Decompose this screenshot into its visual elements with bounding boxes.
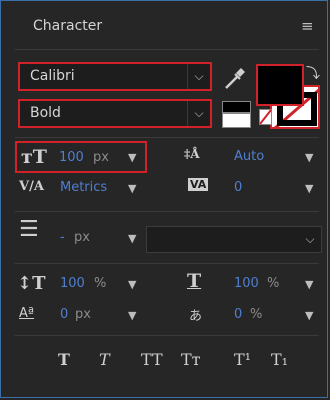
tracking-icon: VA [188,178,209,191]
caret-down-icon[interactable]: ▼ [128,309,136,322]
font-style-select[interactable]: Bold ⌵ [18,99,212,128]
font-family-value: Calibri [30,68,75,84]
divider [15,263,319,264]
faux-bold-button[interactable]: T [58,350,70,369]
panel-title: Character [33,18,103,34]
caret-down-icon[interactable]: ▼ [128,151,136,164]
font-family-select[interactable]: Calibri ⌵ [18,62,212,91]
chevron-down-icon: ⌵ [187,101,210,126]
baseline-shift-unit: px [75,307,91,322]
fill-color-swatch[interactable] [256,64,304,106]
tracking-value[interactable]: 0 [234,180,242,195]
font-size-icon: тT [21,146,47,168]
default-colors-icon[interactable] [222,101,251,113]
swap-colors-icon[interactable]: ⤵ [306,63,320,83]
kerning-icon: V/A [19,179,44,194]
vertical-scale-icon: ↕T [17,273,46,294]
tsume-value[interactable]: 0 [234,307,242,322]
baseline-shift-value[interactable]: 0 [60,307,68,322]
chevron-down-icon: ⌵ [187,64,210,89]
font-size-unit: px [93,150,109,165]
divider [15,335,319,336]
leading-icon: ‡Å [184,147,200,161]
horizontal-scale-value[interactable]: 100 [234,276,259,291]
font-style-value: Bold [30,105,61,121]
stroke-width-icon: ☰ [19,217,39,242]
vertical-scale-value[interactable]: 100 [60,276,85,291]
tsume-unit: % [250,307,263,322]
vertical-scale-unit: % [94,276,107,291]
horizontal-scale-icon: T [187,270,202,292]
stroke-style-select[interactable]: ⌵ [146,226,322,253]
faux-italic-button[interactable]: T [99,350,110,369]
caret-down-icon[interactable]: ▼ [305,278,313,291]
none-color-icon[interactable] [259,109,272,125]
divider [15,137,319,138]
caret-down-icon[interactable]: ▼ [305,309,313,322]
small-caps-button[interactable]: Tт [181,350,201,369]
horizontal-scale-unit: % [267,276,280,291]
font-size-value[interactable]: 100 [59,150,84,165]
caret-down-icon[interactable]: ▼ [128,182,136,195]
font-size-control[interactable]: тT 100 px ▼ [15,141,147,173]
stroke-width-value[interactable]: - [60,230,65,245]
chevron-down-icon: ⌵ [305,232,315,246]
kerning-value[interactable]: Metrics [60,180,107,195]
tsume-icon: あ [189,309,203,324]
caret-down-icon[interactable]: ▼ [128,278,136,291]
divider [15,49,319,50]
character-panel: Character ≡ Calibri ⌵ Bold ⌵ ⤵ тT 100 px… [0,0,328,398]
caret-down-icon[interactable]: ▼ [305,151,313,164]
eyedropper-icon[interactable] [223,65,247,91]
all-caps-button[interactable]: TT [141,350,163,369]
superscript-button[interactable]: T¹ [234,350,251,369]
panel-menu-icon[interactable]: ≡ [301,17,314,35]
subscript-button[interactable]: T₁ [271,350,288,369]
stroke-width-unit: px [74,230,90,245]
caret-down-icon[interactable]: ▼ [305,182,313,195]
caret-down-icon[interactable]: ▼ [128,232,136,245]
leading-value[interactable]: Auto [234,149,264,164]
divider [15,211,319,212]
default-colors-icon[interactable] [222,113,251,128]
baseline-shift-icon: Aª [19,306,35,321]
